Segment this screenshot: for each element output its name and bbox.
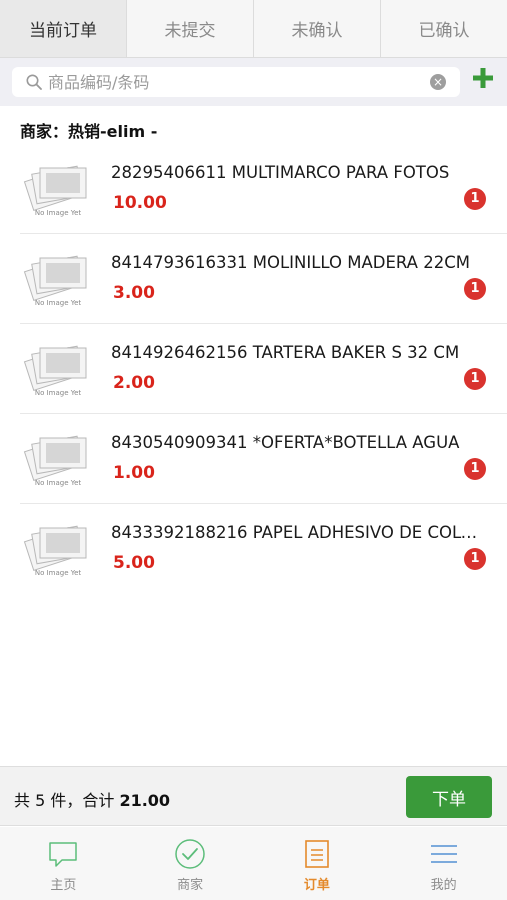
list-item[interactable]: No Image Yet 8414793616331 MOLINILLO MAD… <box>20 234 507 324</box>
quantity-badge: 1 <box>464 188 486 210</box>
order-summary-bar: 共 5 件，合计 21.00 下单 <box>0 766 507 826</box>
search-box: × <box>12 67 460 97</box>
order-status-tabs: 当前订单 未提交 未确认 已确认 <box>0 0 507 58</box>
quantity-badge: 1 <box>464 548 486 570</box>
item-price: 10.00 <box>113 193 167 213</box>
check-circle-icon <box>175 839 205 869</box>
search-bar: × <box>0 58 507 106</box>
order-item-list: No Image Yet 28295406611 MULTIMARCO PARA… <box>0 144 507 594</box>
nav-label: 订单 <box>303 878 330 893</box>
item-price: 2.00 <box>113 373 155 393</box>
no-image-placeholder-icon: No Image Yet <box>23 345 87 397</box>
tab-current-orders[interactable]: 当前订单 <box>0 0 127 57</box>
item-title: 8414926462156 TARTERA BAKER S 32 CM <box>111 343 460 362</box>
list-item[interactable]: No Image Yet 28295406611 MULTIMARCO PARA… <box>20 144 507 234</box>
place-order-button[interactable]: 下单 <box>406 776 492 818</box>
merchant-label: 商家：热销-elim - <box>20 122 158 141</box>
nav-item-me[interactable]: 我的 <box>380 827 507 900</box>
total-amount: 21.00 <box>119 791 171 810</box>
svg-text:No Image Yet: No Image Yet <box>35 569 82 577</box>
nav-item-merchant[interactable]: 商家 <box>127 827 254 900</box>
no-image-placeholder-icon: No Image Yet <box>23 435 87 487</box>
app-root: 当前订单 未提交 未确认 已确认 × 商家：热销-elim - <box>0 0 507 900</box>
search-icon <box>26 74 42 90</box>
add-icon[interactable] <box>472 67 494 89</box>
item-title: 8433392188216 PAPEL ADHESIVO DE COLORES <box>111 523 487 542</box>
total-prefix: 共 5 件，合计 <box>14 791 120 810</box>
quantity-badge: 1 <box>464 368 486 390</box>
nav-item-orders[interactable]: 订单 <box>254 827 381 900</box>
no-image-placeholder-icon: No Image Yet <box>23 525 87 577</box>
item-title: 8414793616331 MOLINILLO MADERA 22CM <box>111 253 470 272</box>
svg-text:No Image Yet: No Image Yet <box>35 479 82 487</box>
no-image-placeholder-icon: No Image Yet <box>23 165 87 217</box>
menu-icon <box>430 845 457 863</box>
item-price: 1.00 <box>113 463 155 483</box>
svg-text:No Image Yet: No Image Yet <box>35 299 82 307</box>
tab-confirmed[interactable]: 已确认 <box>381 0 507 57</box>
list-item[interactable]: No Image Yet 8433392188216 PAPEL ADHESIV… <box>20 504 507 594</box>
item-title: 8430540909341 *OFERTA*BOTELLA AGUA <box>111 433 460 452</box>
bottom-nav: 主页 商家 订单 我的 <box>0 827 507 900</box>
svg-text:No Image Yet: No Image Yet <box>35 209 82 217</box>
tab-not-submitted[interactable]: 未提交 <box>127 0 254 57</box>
quantity-badge: 1 <box>464 278 486 300</box>
clear-icon[interactable]: × <box>430 74 446 90</box>
nav-item-home[interactable]: 主页 <box>0 827 127 900</box>
item-price: 5.00 <box>113 553 155 573</box>
nav-label: 我的 <box>430 878 457 893</box>
order-list-icon <box>305 840 329 868</box>
order-total-text: 共 5 件，合计 21.00 <box>14 787 170 811</box>
chat-bubble-icon <box>49 842 78 867</box>
svg-text:No Image Yet: No Image Yet <box>35 389 82 397</box>
search-input[interactable] <box>12 67 460 97</box>
item-price: 3.00 <box>113 283 155 303</box>
list-item[interactable]: No Image Yet 8430540909341 *OFERTA*BOTEL… <box>20 414 507 504</box>
tab-unconfirmed[interactable]: 未确认 <box>254 0 381 57</box>
list-item[interactable]: No Image Yet 8414926462156 TARTERA BAKER… <box>20 324 507 414</box>
quantity-badge: 1 <box>464 458 486 480</box>
item-title: 28295406611 MULTIMARCO PARA FOTOS <box>111 163 450 182</box>
no-image-placeholder-icon: No Image Yet <box>23 255 87 307</box>
nav-label: 商家 <box>177 878 204 893</box>
nav-label: 主页 <box>50 878 77 893</box>
